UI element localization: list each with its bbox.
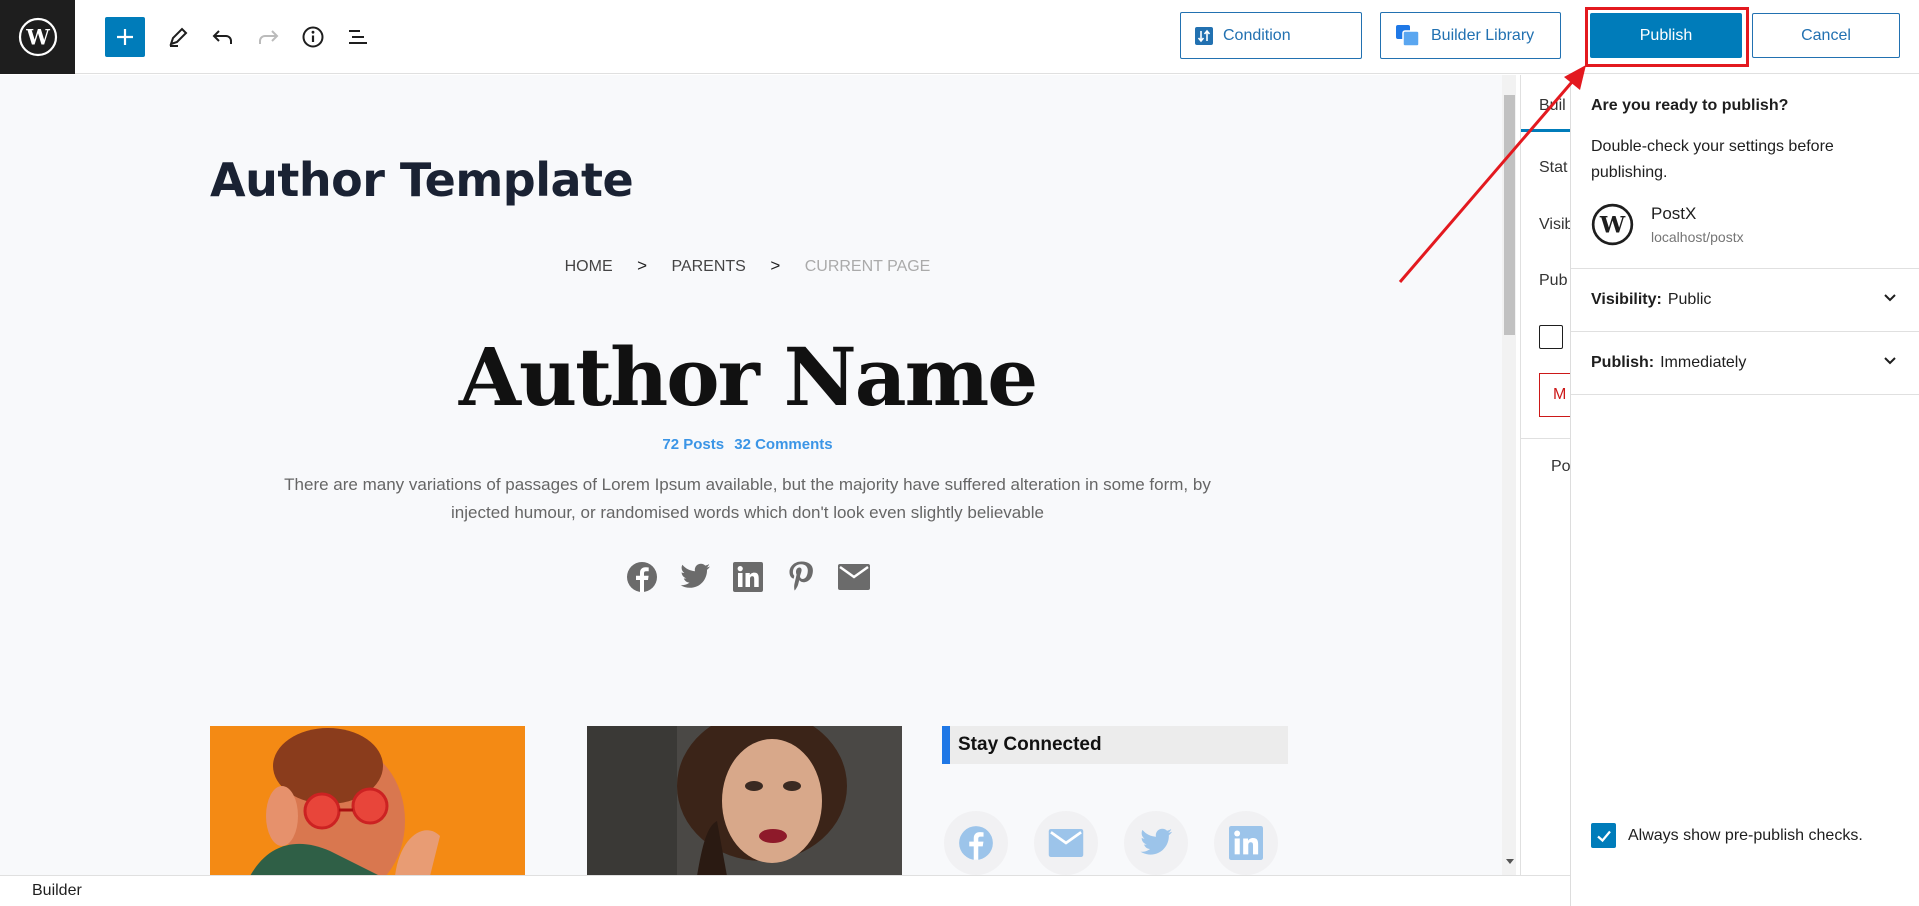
builder-library-label: Builder Library (1431, 26, 1535, 44)
add-block-button[interactable] (105, 17, 145, 57)
author-name-heading[interactable]: Author Name (0, 330, 1495, 424)
publish-date-panel-toggle[interactable]: Publish: Immediately (1571, 331, 1919, 394)
condition-icon (1195, 26, 1213, 45)
twitter-icon[interactable] (678, 560, 711, 593)
breadcrumb-home[interactable]: HOME (565, 258, 613, 275)
condition-button[interactable]: Condition (1180, 12, 1362, 59)
divider (1571, 394, 1919, 395)
edit-tools-button[interactable] (158, 17, 198, 57)
list-view-button[interactable] (338, 17, 378, 57)
annotation-arrow (1398, 65, 1586, 283)
breadcrumb-parents[interactable]: PARENTS (671, 258, 745, 275)
site-url: localhost/postx (1651, 229, 1744, 245)
linkedin-icon[interactable] (731, 560, 764, 593)
top-toolbar: W Condition Builder Library Publish Canc… (0, 0, 1919, 74)
cancel-button[interactable]: Cancel (1752, 13, 1900, 58)
linkedin-icon[interactable] (1214, 811, 1278, 875)
publish-date-label: Publish: (1591, 354, 1655, 371)
breadcrumb-separator: > (770, 256, 781, 275)
svg-text:W: W (25, 25, 50, 50)
redo-icon (259, 30, 279, 44)
publish-button[interactable]: Publish (1590, 13, 1742, 58)
sidebar-checkbox[interactable] (1539, 325, 1563, 349)
publish-description: Double-check your settings before publis… (1591, 138, 1834, 181)
author-bio: There are many variations of passages of… (284, 475, 1211, 522)
checkmark-icon (1596, 830, 1611, 842)
breadcrumb-separator: > (637, 256, 648, 275)
chevron-down-icon (1884, 294, 1896, 302)
divider (1521, 438, 1570, 439)
list-view-icon (349, 30, 367, 44)
footer-builder-label[interactable]: Builder (32, 882, 82, 899)
pinterest-icon[interactable] (784, 560, 817, 593)
breadcrumb-current: CURRENT PAGE (804, 258, 931, 275)
post-thumbnail[interactable] (210, 726, 525, 875)
email-icon[interactable] (1034, 811, 1098, 875)
post-thumbnail[interactable] (587, 726, 902, 875)
author-stats: 72 Posts 32 Comments (0, 436, 1495, 453)
editor-canvas: Author Template HOME > PARENTS > CURRENT… (0, 75, 1502, 875)
posts-count[interactable]: 72 Posts (662, 436, 724, 453)
pre-publish-panel: Are you ready to publish? Double-check y… (1570, 75, 1919, 906)
always-show-checks-option: Always show pre-publish checks. (1591, 823, 1863, 848)
undo-button[interactable] (203, 17, 243, 57)
breadcrumb: HOME > PARENTS > CURRENT PAGE (0, 256, 1495, 276)
library-icon (1396, 24, 1420, 47)
wordpress-logo-icon[interactable]: W (0, 0, 75, 74)
undo-icon (212, 30, 232, 44)
publish-date-value: Immediately (1660, 354, 1747, 371)
facebook-icon[interactable] (944, 811, 1008, 875)
details-button[interactable] (293, 17, 333, 57)
redo-button[interactable] (248, 17, 288, 57)
facebook-icon[interactable] (625, 560, 658, 593)
sidebar-move-to-trash-button[interactable]: M (1539, 373, 1570, 417)
visibility-label: Visibility: (1591, 291, 1662, 308)
chevron-down-icon (1884, 357, 1896, 365)
move-label: M (1553, 386, 1567, 403)
comments-count[interactable]: 32 Comments (734, 436, 832, 453)
twitter-icon[interactable] (1124, 811, 1188, 875)
pencil-icon (169, 27, 188, 47)
condition-label: Condition (1223, 26, 1291, 44)
visibility-value: Public (1667, 291, 1712, 308)
publish-question: Are you ready to publish? (1591, 97, 1789, 114)
visibility-panel-toggle[interactable]: Visibility: Public (1571, 268, 1919, 331)
stay-connected-heading: Stay Connected (942, 726, 1288, 764)
site-name: PostX (1651, 204, 1697, 223)
always-show-checks-checkbox[interactable] (1591, 823, 1616, 848)
author-social-links (625, 560, 870, 596)
always-show-checks-label[interactable]: Always show pre-publish checks. (1628, 827, 1863, 845)
info-icon (302, 26, 324, 48)
footer-breadcrumb: Builder (0, 875, 1570, 906)
page-title[interactable]: Author Template (210, 153, 634, 207)
scroll-down-icon[interactable] (1505, 858, 1515, 866)
sidebar-post-label[interactable]: Po (1551, 458, 1570, 476)
email-icon[interactable] (837, 560, 870, 593)
